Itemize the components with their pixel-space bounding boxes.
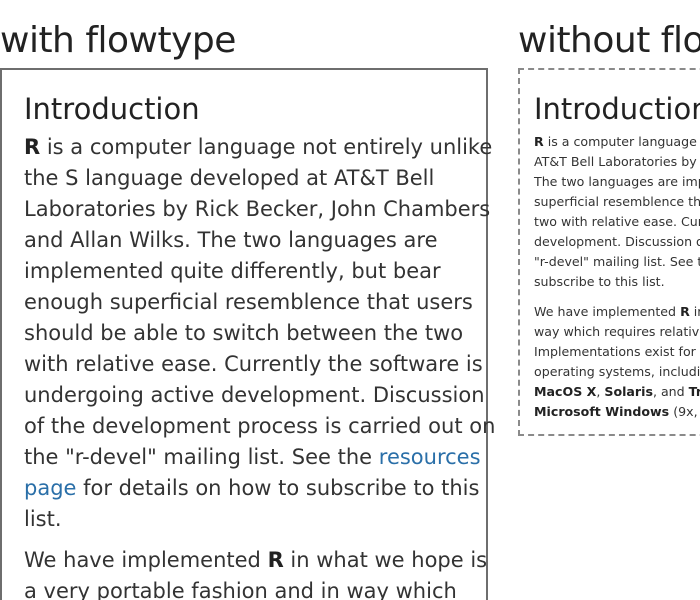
intro-paragraph-1: R is a computer language not entirely un… xyxy=(24,132,495,535)
text-line: Laboratories by Rick Becker, John Chambe… xyxy=(24,197,491,221)
text-line: subscribe to this list. xyxy=(534,274,665,289)
os-name: MacOS X xyxy=(534,384,597,399)
text-line: list. xyxy=(24,507,62,531)
text-line: "r-devel" mailing list. See the resource… xyxy=(534,254,700,269)
resources-page-link[interactable]: page xyxy=(24,476,76,500)
text-line: is a computer language not entirely unli… xyxy=(547,134,700,149)
text-line: with relative ease. Currently the softwa… xyxy=(24,352,483,376)
separator: , and xyxy=(652,384,689,399)
without-flowtype-box: Introduction R is a computer language no… xyxy=(518,68,700,436)
os-name: Solaris xyxy=(604,384,653,399)
without-flowtype-heading: without flowtype xyxy=(518,20,700,61)
text-line: the "r-devel" mailing list. See the xyxy=(24,445,379,469)
text-line: for details on how to subscribe to this xyxy=(76,476,480,500)
text-line: (9x, NT, 2000, XP) xyxy=(673,404,700,419)
with-flowtype-heading: with flowtype xyxy=(0,20,236,61)
r-bold: R xyxy=(534,134,544,149)
intro-paragraph-2: We have implemented R in what we hope is… xyxy=(534,302,700,422)
text-line: should be able to switch between the two xyxy=(24,321,464,345)
flowtype-comparison-page: with flowtype Introduction R is a comput… xyxy=(0,0,700,600)
r-bold: R xyxy=(680,304,690,319)
os-name: Microsoft Windows xyxy=(534,404,670,419)
text-line: Implementations exist for many Unix and … xyxy=(534,344,700,359)
with-flowtype-box: Introduction R is a computer language no… xyxy=(0,68,495,600)
text-line: superficial resemblence that users shoul… xyxy=(534,194,700,209)
text-line: in what we hope is xyxy=(283,548,488,572)
text-line: is a computer language not entirely unli… xyxy=(40,135,493,159)
text-line: and Allan Wilks. The two languages are xyxy=(24,228,438,252)
os-name: Tru64 xyxy=(688,384,700,399)
text-line: way which requires relatively few resour… xyxy=(534,324,700,339)
with-flowtype-column: with flowtype Introduction R is a comput… xyxy=(0,0,495,600)
text-line: the S language developed at AT&T Bell xyxy=(24,166,435,190)
intro-paragraph-2: We have implemented R in what we hope is… xyxy=(24,545,487,600)
r-bold: R xyxy=(24,135,41,159)
text-line: AT&T Bell Laboratories by Rick Becker, J… xyxy=(534,154,700,169)
intro-paragraph-1: R is a computer language not entirely un… xyxy=(534,132,700,292)
text-line: in what we hope is a very portable fashi… xyxy=(693,304,700,319)
text-line: enough superficial resemblence that user… xyxy=(24,290,473,314)
introduction-title: Introduction xyxy=(534,92,700,126)
introduction-title: Introduction xyxy=(24,92,200,126)
text-line: We have implemented xyxy=(24,548,268,572)
text-line: The two languages are implemented quite … xyxy=(534,174,700,189)
r-bold: R xyxy=(267,548,284,572)
text-line: We have implemented xyxy=(534,304,681,319)
text-line: undergoing active development. Discussio… xyxy=(24,383,485,407)
text-line: implemented quite differently, but bear xyxy=(24,259,441,283)
text-line: operating systems, including xyxy=(534,364,700,379)
without-flowtype-column: without flowtype Introduction R is a com… xyxy=(518,0,700,436)
resources-link[interactable]: resources xyxy=(379,445,481,469)
text-line: development. Discussion of the developme… xyxy=(534,234,700,249)
text-line: a very portable fashion and in way which xyxy=(24,579,457,600)
text-line: two with relative ease. Currently the so… xyxy=(534,214,700,229)
text-line: of the development process is carried ou… xyxy=(24,414,496,438)
